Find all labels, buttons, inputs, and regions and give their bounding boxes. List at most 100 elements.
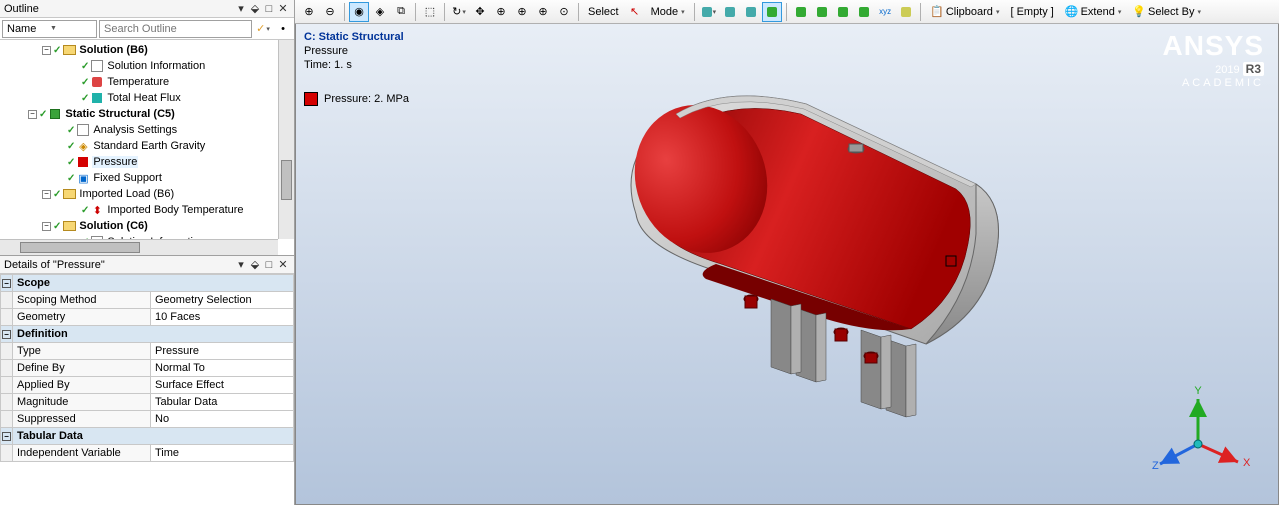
close-icon[interactable]: ✕ xyxy=(276,2,290,16)
sel-edge-icon[interactable] xyxy=(720,2,740,22)
brand-academic: ACADEMIC xyxy=(1163,77,1264,89)
details-key: Magnitude xyxy=(13,394,151,411)
shade-mode-icon[interactable]: ◉ xyxy=(349,2,369,22)
tree-node-icon xyxy=(76,123,90,137)
sel-misc-icon[interactable] xyxy=(896,2,916,22)
tree-item[interactable]: ✓◈Standard Earth Gravity xyxy=(0,138,294,154)
pin-icon[interactable]: ⬙ xyxy=(248,2,262,16)
isometric-icon[interactable]: ⬚ xyxy=(420,2,440,22)
tree-vertical-scrollbar[interactable] xyxy=(278,40,294,239)
ruler-icon[interactable]: ⧉ xyxy=(391,2,411,22)
sel-node-icon[interactable] xyxy=(791,2,811,22)
orientation-triad[interactable]: Y X Z xyxy=(1148,384,1248,484)
wireframe-icon[interactable]: ◈ xyxy=(370,2,390,22)
details-row[interactable]: TypePressure xyxy=(1,343,294,360)
filter-name-combo[interactable]: Name ▼ xyxy=(2,20,97,38)
details-group-header[interactable]: −Definition xyxy=(1,326,294,343)
details-value[interactable]: No xyxy=(151,411,294,428)
tree-expander[interactable]: − xyxy=(42,190,51,199)
sel-face-icon[interactable] xyxy=(741,2,761,22)
zoom-box-icon[interactable]: ⊕ xyxy=(491,2,511,22)
details-group-header[interactable]: −Tabular Data xyxy=(1,428,294,445)
pan-icon[interactable]: ✥ xyxy=(470,2,490,22)
tree-item[interactable]: ✓Solution Information xyxy=(0,58,294,74)
axis-x-label: X xyxy=(1243,457,1251,469)
dropdown-icon[interactable]: ▾ xyxy=(234,258,248,272)
filter-more-button[interactable]: • xyxy=(274,20,292,38)
details-row[interactable]: Independent VariableTime xyxy=(1,445,294,462)
details-value[interactable]: Geometry Selection xyxy=(151,292,294,309)
ansys-brand: ANSYS 2019 R3 ACADEMIC xyxy=(1163,32,1264,89)
tree-item[interactable]: ✓▣Fixed Support xyxy=(0,170,294,186)
brand-release: R3 xyxy=(1243,62,1264,76)
maximize-icon[interactable]: □ xyxy=(262,2,276,16)
details-value[interactable]: 10 Faces xyxy=(151,309,294,326)
tree-item[interactable]: ✓ Pressure xyxy=(0,154,294,170)
details-key: Geometry xyxy=(13,309,151,326)
mode-dropdown[interactable]: Mode▾ xyxy=(646,2,690,22)
tree-item[interactable]: ✓⬍Imported Body Temperature xyxy=(0,202,294,218)
tree-expander[interactable]: − xyxy=(28,110,37,119)
zoom-icon[interactable]: ⊕ xyxy=(533,2,553,22)
details-row[interactable]: MagnitudeTabular Data xyxy=(1,394,294,411)
details-value[interactable]: Tabular Data xyxy=(151,394,294,411)
clipboard-dropdown[interactable]: 📋 Clipboard▾ xyxy=(925,2,1004,22)
details-value[interactable]: Pressure xyxy=(151,343,294,360)
sel-xyz-icon[interactable]: xyz xyxy=(875,2,895,22)
details-grid[interactable]: −ScopeScoping MethodGeometry SelectionGe… xyxy=(0,274,294,462)
details-panel-header: Details of "Pressure" ▾ ⬙ □ ✕ xyxy=(0,256,294,274)
tree-horizontal-scrollbar[interactable] xyxy=(0,239,278,255)
select-label: Select xyxy=(583,2,624,22)
zoom-fit-icon[interactable]: ⊕ xyxy=(512,2,532,22)
filter-clear-button[interactable]: ✓▾ xyxy=(254,20,272,38)
viewport-time: Time: 1. s xyxy=(304,58,404,72)
maximize-icon[interactable]: □ xyxy=(262,258,276,272)
tree-expander[interactable]: − xyxy=(42,46,51,55)
tree-node-label: Pressure xyxy=(92,156,138,168)
rotate-icon[interactable]: ↻▾ xyxy=(449,2,469,22)
graphics-viewport[interactable]: C: Static Structural Pressure Time: 1. s… xyxy=(295,24,1279,505)
sel-vertex-icon[interactable]: ▾ xyxy=(699,2,720,22)
zoom-out-icon[interactable]: ⊖ xyxy=(320,2,340,22)
details-key: Suppressed xyxy=(13,411,151,428)
tree-item[interactable]: −✓Solution (B6) xyxy=(0,42,294,58)
details-row[interactable]: SuppressedNo xyxy=(1,411,294,428)
details-row[interactable]: Applied BySurface Effect xyxy=(1,377,294,394)
brand-ansys: ANSYS xyxy=(1163,32,1264,60)
details-value[interactable]: Normal To xyxy=(151,360,294,377)
tree-item[interactable]: −✓Imported Load (B6) xyxy=(0,186,294,202)
details-key: Scoping Method xyxy=(13,292,151,309)
extend-dropdown[interactable]: 🌐 Extend▾ xyxy=(1060,2,1126,22)
look-at-icon[interactable]: ⊙ xyxy=(554,2,574,22)
tree-node-label: Total Heat Flux xyxy=(106,92,181,104)
brand-year: 2019 xyxy=(1215,64,1243,76)
details-value[interactable]: Time xyxy=(151,445,294,462)
model-geometry xyxy=(576,74,1006,474)
sel-elem-icon[interactable] xyxy=(833,2,853,22)
tree-item[interactable]: −✓Solution (C6) xyxy=(0,218,294,234)
check-icon: ✓ xyxy=(67,157,75,168)
tree-item[interactable]: ✓Total Heat Flux xyxy=(0,90,294,106)
details-row[interactable]: Scoping MethodGeometry Selection xyxy=(1,292,294,309)
sel-body-icon[interactable] xyxy=(762,2,782,22)
clipboard-empty[interactable]: [ Empty ] xyxy=(1005,2,1058,22)
sel-coord-icon[interactable] xyxy=(854,2,874,22)
details-group-header[interactable]: −Scope xyxy=(1,275,294,292)
close-icon[interactable]: ✕ xyxy=(276,258,290,272)
selectby-dropdown[interactable]: 💡 Select By▾ xyxy=(1127,2,1206,22)
dropdown-icon[interactable]: ▾ xyxy=(234,2,248,16)
pin-icon[interactable]: ⬙ xyxy=(248,258,262,272)
tree-expander[interactable]: − xyxy=(42,222,51,231)
tree-item[interactable]: ✓Analysis Settings xyxy=(0,122,294,138)
select-cursor-icon[interactable]: ↖ xyxy=(625,2,645,22)
details-value[interactable]: Surface Effect xyxy=(151,377,294,394)
details-row[interactable]: Geometry10 Faces xyxy=(1,309,294,326)
search-outline-input[interactable] xyxy=(99,20,252,38)
tree-item[interactable]: −✓Static Structural (C5) xyxy=(0,106,294,122)
details-row[interactable]: Define ByNormal To xyxy=(1,360,294,377)
zoom-in-icon[interactable]: ⊕ xyxy=(299,2,319,22)
outline-tree[interactable]: −✓Solution (B6)✓Solution Information✓Tem… xyxy=(0,40,294,255)
sel-elemface-icon[interactable] xyxy=(812,2,832,22)
details-key: Independent Variable xyxy=(13,445,151,462)
tree-item[interactable]: ✓Temperature xyxy=(0,74,294,90)
